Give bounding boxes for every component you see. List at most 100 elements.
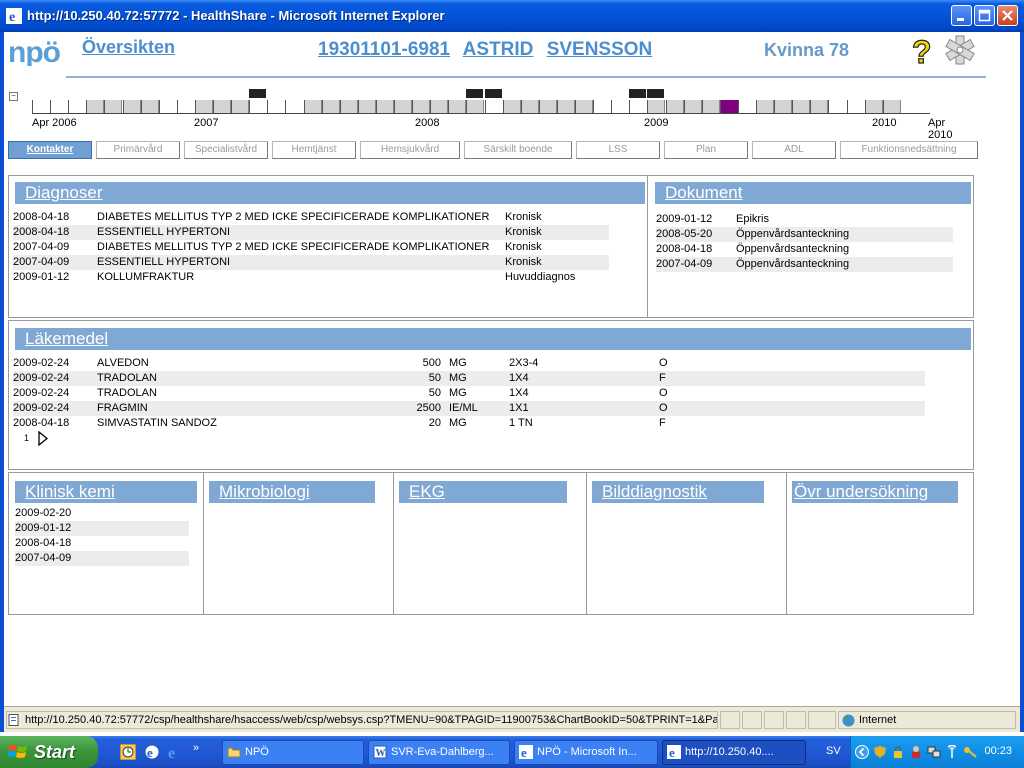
medication-row[interactable]: 2008-04-18 SIMVASTATIN SANDOZ 20 MG 1 TN F [13, 416, 925, 431]
ie-icon[interactable]: e [166, 744, 182, 760]
tab-plan[interactable]: Plan [664, 141, 748, 159]
lakemedel-title[interactable]: Läkemedel [15, 328, 971, 350]
minimize-button[interactable] [951, 5, 972, 26]
timeline-collapse-button[interactable]: − [9, 92, 18, 101]
window-titlebar[interactable]: e http://10.250.40.72:57772 - HealthShar… [0, 0, 1024, 32]
timeline-month-cell[interactable] [158, 100, 177, 114]
tab-kontakter[interactable]: Kontakter [8, 141, 92, 159]
task-button[interactable]: NPÖ [222, 740, 364, 765]
timeline-month-cell[interactable] [122, 100, 141, 114]
document-row[interactable]: 2008-05-20 Öppenvårdsanteckning [656, 227, 953, 242]
timeline-month-cell[interactable] [50, 100, 68, 114]
timeline-month-cell[interactable] [538, 100, 557, 114]
timeline-month-cell[interactable] [430, 100, 449, 114]
browser-icon[interactable]: e [144, 744, 160, 760]
timeline-month-cell[interactable] [140, 100, 159, 114]
timeline-month-cell[interactable] [104, 100, 123, 114]
timeline-month-cell[interactable] [285, 100, 303, 114]
timeline-month-cell[interactable] [756, 100, 774, 114]
timeline-month-cell[interactable] [412, 100, 431, 114]
timeline-month-cell[interactable] [231, 100, 250, 114]
timeline-event-marker[interactable] [466, 89, 484, 98]
mikrobiologi-title[interactable]: Mikrobiologi [209, 481, 375, 503]
document-row[interactable]: 2007-04-09 Öppenvårdsanteckning [656, 257, 953, 272]
timeline-event-marker[interactable] [484, 89, 502, 98]
pager-page-number[interactable]: 1 [24, 433, 29, 443]
timeline-month-cell[interactable] [828, 100, 846, 114]
diagnosis-row[interactable]: 2007-04-09 DIABETES MELLITUS TYP 2 MED IC… [13, 240, 609, 255]
timeline-month-cell[interactable] [448, 100, 467, 114]
document-row[interactable]: 2009-01-12 Epikris [656, 212, 953, 227]
key-icon[interactable] [963, 745, 977, 759]
timeline-event-marker[interactable] [249, 89, 267, 98]
ekg-title[interactable]: EKG [399, 481, 567, 503]
timeline-month-cell[interactable] [629, 100, 647, 114]
timeline-month-cell[interactable] [357, 100, 376, 114]
antenna-icon[interactable] [945, 745, 959, 759]
klinisk-kemi-title[interactable]: Klinisk kemi [15, 481, 197, 503]
timeline-month-cell[interactable] [810, 100, 829, 114]
timeline-month-cell[interactable] [864, 100, 883, 114]
timeline-month-cell[interactable] [665, 100, 684, 114]
lab-row[interactable]: 2009-01-12 [15, 521, 189, 536]
timeline-month-cell[interactable] [194, 100, 213, 114]
timeline-month-cell[interactable] [792, 100, 811, 114]
timeline[interactable]: Apr 2006 2007 2008 2009 2010 Apr 2010 [30, 86, 952, 141]
first-name-link[interactable]: ASTRID [463, 39, 534, 60]
timeline-month-cell[interactable] [267, 100, 285, 114]
document-row[interactable]: 2008-04-18 Öppenvårdsanteckning [656, 242, 953, 257]
medication-row[interactable]: 2009-02-24 TRADOLAN 50 MG 1X4 F [13, 371, 925, 386]
timeline-event-marker[interactable] [629, 89, 647, 98]
timeline-month-cell[interactable] [484, 100, 503, 114]
lab-row[interactable]: 2007-04-09 [15, 551, 189, 566]
tab-adl[interactable]: ADL [752, 141, 836, 159]
timeline-month-cell[interactable] [647, 100, 666, 114]
language-indicator[interactable]: SV [826, 745, 841, 757]
network-icon[interactable] [927, 745, 941, 759]
ovr-undersokning-title[interactable]: Övr undersökning [792, 481, 958, 503]
timeline-month-cell[interactable] [303, 100, 322, 114]
timeline-month-cell[interactable] [321, 100, 340, 114]
timeline-month-cell[interactable] [339, 100, 358, 114]
timeline-month-cell[interactable] [593, 100, 611, 114]
timeline-month-cell[interactable] [575, 100, 593, 114]
diagnosis-row[interactable]: 2009-01-12 KOLLUMFRAKTUR Huvuddiagnos [13, 270, 609, 285]
tab-primarvard[interactable]: Primärvård [96, 141, 180, 159]
task-button-active[interactable]: e http://10.250.40.... [662, 740, 806, 765]
quicklaunch-more[interactable]: » [193, 742, 199, 754]
timeline-month-cell[interactable] [32, 100, 50, 114]
maximize-button[interactable] [974, 5, 995, 26]
personal-number-link[interactable]: 19301101-6981 [318, 39, 450, 60]
diagnoser-title[interactable]: Diagnoser [15, 182, 645, 204]
timeline-month-cell[interactable] [502, 100, 521, 114]
lock-icon[interactable] [891, 745, 905, 759]
dokument-title[interactable]: Dokument [655, 182, 971, 204]
diagnosis-row[interactable]: 2008-04-18 ESSENTIELL HYPERTONI Kronisk [13, 225, 609, 240]
timeline-month-cell[interactable] [737, 100, 756, 114]
bilddiagnostik-title[interactable]: Bilddiagnostik [592, 481, 764, 503]
timeline-month-cell[interactable] [719, 100, 738, 114]
lab-row[interactable]: 2008-04-18 [15, 536, 189, 551]
timeline-month-cell[interactable] [520, 100, 539, 114]
start-button[interactable]: Start [0, 736, 98, 768]
security-zone[interactable]: Internet [838, 711, 1016, 729]
diagnosis-row[interactable]: 2008-04-18 DIABETES MELLITUS TYP 2 MED IC… [13, 210, 609, 225]
next-page-icon[interactable] [37, 431, 49, 446]
timeline-month-cell[interactable] [846, 100, 865, 114]
tab-funktionsnedsattning[interactable]: Funktionsnedsättning [840, 141, 978, 159]
tab-hemsjukvard[interactable]: Hemsjukvård [360, 141, 460, 159]
tab-sarskilt-boende[interactable]: Särskilt boende [464, 141, 572, 159]
clock-icon[interactable] [120, 744, 136, 760]
timeline-month-cell[interactable] [466, 100, 485, 114]
last-name-link[interactable]: SVENSSON [547, 39, 653, 60]
timeline-month-cell[interactable] [882, 100, 901, 114]
question-mark-icon[interactable]: ? [910, 34, 936, 66]
star-of-life-icon[interactable] [944, 34, 976, 66]
tab-hemtjanst[interactable]: Hemtjänst [272, 141, 356, 159]
overview-link[interactable]: Översikten [82, 37, 175, 58]
tab-lss[interactable]: LSS [576, 141, 660, 159]
medication-row[interactable]: 2009-02-24 TRADOLAN 50 MG 1X4 O [13, 386, 925, 401]
timeline-month-cell[interactable] [249, 100, 267, 114]
timeline-month-cell[interactable] [556, 100, 575, 114]
timeline-month-cell[interactable] [774, 100, 793, 114]
